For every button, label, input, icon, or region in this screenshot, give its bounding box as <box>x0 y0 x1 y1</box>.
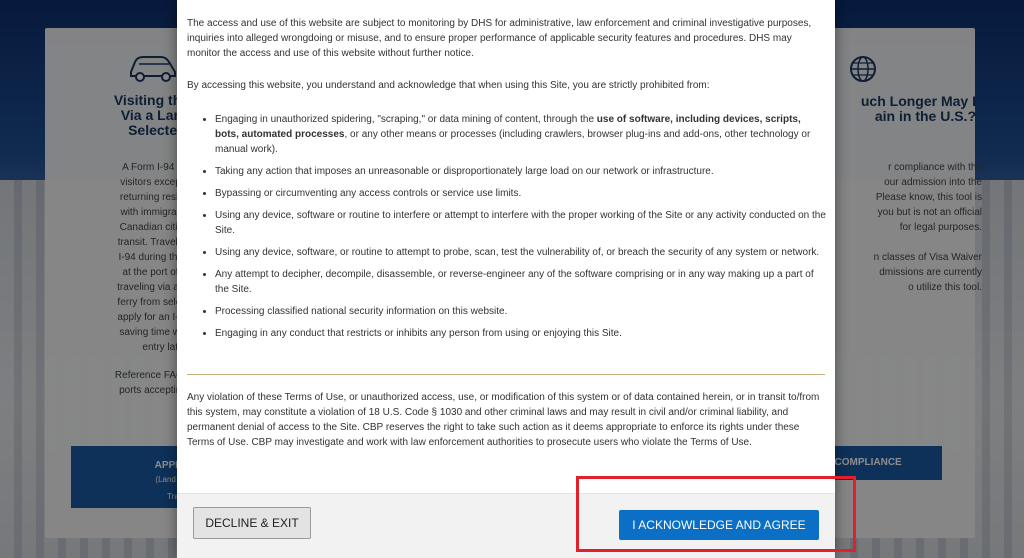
prohibited-item-text: Using any device, software, or routine t… <box>215 247 820 258</box>
prohibited-item: Processing classified national security … <box>215 304 827 319</box>
prohibited-item: Using any device, software or routine to… <box>215 208 827 238</box>
violation-paragraph: Any violation of these Terms of Use, or … <box>187 392 820 448</box>
modal-body: The access and use of this website are s… <box>187 16 827 348</box>
prohibited-list: Engaging in unauthorized spidering, "scr… <box>187 112 827 341</box>
prohibited-item-text: Any attempt to decipher, decompile, disa… <box>215 269 814 295</box>
highlight-annotation-box <box>576 476 856 552</box>
prohibited-item-text: Taking any action that imposes an unreas… <box>215 166 714 177</box>
acknowledge-paragraph: By accessing this website, you understan… <box>187 80 710 91</box>
prohibited-item: Taking any action that imposes an unreas… <box>215 164 827 179</box>
terms-of-use-modal: The access and use of this website are s… <box>177 0 835 558</box>
prohibited-item: Engaging in any conduct that restricts o… <box>215 326 827 341</box>
prohibited-item-text: Processing classified national security … <box>215 306 508 317</box>
prohibited-item-text: Bypassing or circumventing any access co… <box>215 188 522 199</box>
intro-paragraph: The access and use of this website are s… <box>187 18 812 59</box>
section-divider <box>187 374 825 375</box>
prohibited-item: Using any device, software, or routine t… <box>215 245 827 260</box>
prohibited-item-text: Using any device, software or routine to… <box>215 210 826 236</box>
prohibited-item-text: Engaging in any conduct that restricts o… <box>215 328 622 339</box>
prohibited-item: Engaging in unauthorized spidering, "scr… <box>215 112 827 157</box>
prohibited-item: Any attempt to decipher, decompile, disa… <box>215 267 827 297</box>
decline-exit-button[interactable]: DECLINE & EXIT <box>193 507 311 539</box>
prohibited-item-text: Engaging in unauthorized spidering, "scr… <box>215 114 597 125</box>
prohibited-item: Bypassing or circumventing any access co… <box>215 186 827 201</box>
